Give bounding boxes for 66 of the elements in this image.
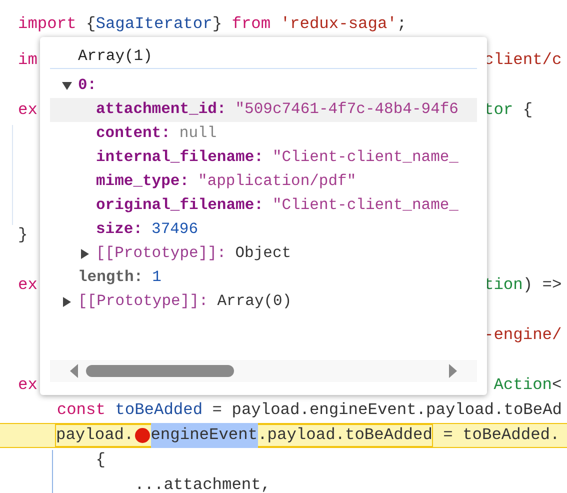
tree-row[interactable]: [[Prototype]]: Object bbox=[50, 242, 477, 266]
code-token: payload. bbox=[56, 425, 134, 446]
code-token: ex bbox=[18, 276, 38, 294]
code-token: im bbox=[18, 51, 38, 70]
caret-down-icon[interactable] bbox=[62, 81, 72, 91]
scroll-right-icon[interactable] bbox=[449, 364, 457, 378]
horizontal-scrollbar[interactable] bbox=[50, 360, 477, 382]
tree-row[interactable]: internal_filename: "Client-client_name_ bbox=[50, 146, 477, 170]
code-token: } bbox=[212, 14, 224, 36]
code-token: { bbox=[522, 101, 533, 120]
code-token: ex bbox=[18, 376, 38, 394]
property-value: 37496 bbox=[152, 219, 198, 240]
property-value: null bbox=[179, 123, 217, 144]
code-token: = toBeAdded. bbox=[442, 425, 560, 446]
breakpoint-icon[interactable] bbox=[134, 428, 150, 443]
tree-row[interactable]: attachment_id: "509c7461-4f7c-48b4-94f6 bbox=[50, 98, 477, 122]
property-value: 1 bbox=[152, 267, 162, 288]
property-value: "application/pdf" bbox=[198, 171, 356, 192]
tree-row[interactable]: size: 37496 bbox=[50, 218, 477, 242]
property-key: content: bbox=[96, 122, 170, 146]
property-value: "Client-client_name_ bbox=[272, 147, 458, 168]
tree-row[interactable]: 0: bbox=[50, 74, 477, 98]
tree-row[interactable]: mime_type: "application/pdf" bbox=[50, 170, 477, 194]
code-token: -engine/ bbox=[484, 326, 562, 344]
property-value: Object bbox=[235, 243, 292, 264]
property-value: "509c7461-4f7c-48b4-94f6 bbox=[235, 99, 458, 120]
tree-row[interactable]: content: null bbox=[50, 122, 477, 146]
code-token: const bbox=[56, 400, 106, 422]
property-value: Array(0) bbox=[217, 291, 292, 312]
code-token: SagaIterator bbox=[96, 14, 212, 36]
code-token: { bbox=[85, 14, 96, 36]
code-token: tion bbox=[484, 276, 523, 294]
property-key: 0: bbox=[78, 74, 97, 98]
tree-row[interactable]: length: 1 bbox=[50, 266, 477, 290]
code-token: = payload.engineEvent.payload.toBeAd bbox=[211, 400, 562, 422]
tree-row[interactable]: original_filename: "Client-client_name_ bbox=[50, 194, 477, 218]
code-token: Action bbox=[492, 376, 552, 394]
code-token: { bbox=[94, 450, 106, 472]
code-token: toBeAdded bbox=[114, 400, 203, 422]
tree-row[interactable]: [[Prototype]]: Array(0) bbox=[50, 290, 477, 314]
property-key: original_filename: bbox=[96, 194, 264, 218]
code-token: ) => bbox=[522, 276, 562, 294]
scroll-left-icon[interactable] bbox=[70, 364, 78, 378]
popup-title: Array(1) bbox=[78, 46, 152, 67]
property-key: size: bbox=[96, 218, 143, 242]
caret-right-icon[interactable] bbox=[80, 249, 90, 259]
property-key: [[Prototype]]: bbox=[96, 242, 226, 266]
code-token: 'redux-saga' bbox=[279, 14, 397, 36]
code-token: tor bbox=[484, 101, 514, 120]
property-key: [[Prototype]]: bbox=[78, 290, 208, 314]
caret-right-icon[interactable] bbox=[62, 297, 72, 307]
property-key: length: bbox=[78, 266, 144, 290]
code-token: from bbox=[232, 14, 271, 36]
code-token: < bbox=[552, 376, 562, 394]
selected-code-text: engineEvent bbox=[150, 423, 258, 448]
code-token: import bbox=[18, 14, 76, 36]
code-token: ex bbox=[18, 101, 38, 120]
code-token: ; bbox=[396, 14, 407, 36]
code-token: } bbox=[18, 225, 28, 246]
property-value: "Client-client_name_ bbox=[272, 195, 458, 216]
property-key: mime_type: bbox=[96, 170, 190, 194]
property-key: internal_filename: bbox=[96, 146, 264, 170]
scrollbar-thumb[interactable] bbox=[86, 365, 234, 377]
code-token: ...attachment, bbox=[134, 475, 271, 493]
property-key: attachment_id: bbox=[96, 98, 226, 122]
code-token: .payload.toBeAdded bbox=[258, 425, 432, 446]
